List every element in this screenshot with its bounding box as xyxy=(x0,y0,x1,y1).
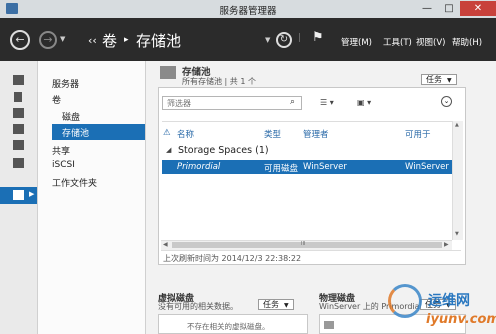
watermark-title: 运维网 xyxy=(428,293,470,309)
maximize-button[interactable]: □ xyxy=(438,1,460,16)
virtual-disks-tile: 不存在相关的虚拟磁盘。 xyxy=(158,314,308,334)
filter-placeholder: 筛选器 xyxy=(167,99,191,108)
breadcrumb-arrow: ▸ xyxy=(124,35,129,45)
horizontal-scrollbar[interactable]: ◀ III ▶ xyxy=(161,240,452,250)
watermark-logo-icon xyxy=(388,284,422,318)
scroll-up-icon[interactable]: ▲ xyxy=(455,122,459,128)
row-type: 可用磁盘 xyxy=(264,164,299,174)
filter-input[interactable]: 筛选器 ⌕ xyxy=(162,96,302,110)
nav-panel: 服务器 卷 磁盘 存储池 共享 iSCSI 工作文件夹 xyxy=(38,61,146,334)
scroll-left-icon[interactable]: ◀ xyxy=(163,241,168,248)
virtual-disks-subtitle: 没有可用的相关数据。 xyxy=(158,302,238,311)
menu-help[interactable]: 帮助(H) xyxy=(452,36,482,48)
group-collapse-icon[interactable]: ◢ xyxy=(166,146,171,154)
search-icon[interactable]: ⌕ xyxy=(290,97,295,107)
column-available-to[interactable]: 可用于 xyxy=(405,128,431,140)
disk-icon xyxy=(324,321,334,329)
storage-icon[interactable] xyxy=(13,158,24,168)
last-refresh-status: 上次刷新时间为 2014/12/3 22:38:22 xyxy=(163,254,302,263)
watermark-url: iyunv.com xyxy=(426,312,496,327)
back-icon[interactable]: ← xyxy=(10,30,30,50)
virtual-disks-empty-text: 不存在相关的虚拟磁盘。 xyxy=(187,322,270,331)
scroll-grip: III xyxy=(301,241,306,247)
scroll-thumb[interactable] xyxy=(172,242,442,248)
group-label[interactable]: Storage Spaces (1) xyxy=(178,145,269,156)
all-servers-icon[interactable] xyxy=(13,108,24,118)
refresh-icon[interactable]: ↻ xyxy=(276,32,292,48)
scroll-down-icon[interactable]: ▼ xyxy=(455,231,459,237)
breadcrumb-separator: ‹‹ xyxy=(88,34,97,47)
column-name[interactable]: 名称 xyxy=(177,128,194,140)
nav-item-storage-pools[interactable]: 存储池 xyxy=(62,126,89,139)
nav-item-work-folders[interactable]: 工作文件夹 xyxy=(52,176,97,189)
save-query-icon[interactable]: ▣ ▾ xyxy=(357,98,371,107)
forward-icon[interactable]: → xyxy=(39,31,57,49)
row-managed-by: WinServer xyxy=(303,162,347,172)
breadcrumb-volumes[interactable]: 卷 xyxy=(102,30,117,51)
nav-item-disks[interactable]: 磁盘 xyxy=(62,110,80,123)
separator-line: | xyxy=(298,33,302,43)
header-bar: ← → ▼ ‹‹ 卷 ▸ 存储池 ▼ ↻ | ⚑ 管理(M) 工具(T) 视图(… xyxy=(0,18,496,61)
close-button[interactable]: ✕ xyxy=(460,1,496,16)
file-services-icon[interactable] xyxy=(13,124,24,134)
warning-column-icon: ⚠ xyxy=(163,128,171,138)
header-divider xyxy=(162,121,452,122)
pools-subtitle: 所有存储池 | 共 1 个 xyxy=(182,77,256,86)
breadcrumb-storage-pools: 存储池 xyxy=(136,32,182,50)
iis-icon[interactable] xyxy=(13,140,24,150)
expand-arrow-icon: ▶ xyxy=(29,190,35,198)
nav-item-iscsi[interactable]: iSCSI xyxy=(52,160,75,170)
storage-pool-icon xyxy=(160,66,176,79)
refresh-dropdown-icon[interactable]: ▼ xyxy=(265,36,270,44)
group-by-icon[interactable]: ☰ ▾ xyxy=(320,98,334,107)
notifications-flag-icon[interactable]: ⚑ xyxy=(312,30,324,45)
nav-item-shares[interactable]: 共享 xyxy=(52,144,70,157)
pools-tasks-button[interactable]: 任务 xyxy=(421,74,457,85)
pools-tile xyxy=(158,87,466,265)
virtual-disks-tasks-button[interactable]: 任务 xyxy=(258,299,294,310)
row-available-to: WinServer xyxy=(405,162,449,172)
menu-tools[interactable]: 工具(T) xyxy=(383,36,412,48)
history-dropdown-icon[interactable]: ▼ xyxy=(60,35,65,43)
nav-item-servers[interactable]: 服务器 xyxy=(52,77,79,90)
menu-view[interactable]: 视图(V) xyxy=(416,36,445,48)
scroll-right-icon[interactable]: ▶ xyxy=(444,241,449,248)
nav-item-volumes[interactable]: 卷 xyxy=(52,93,61,106)
column-managed-by[interactable]: 管理者 xyxy=(303,128,329,140)
title-bar: 服务器管理器 — □ ✕ xyxy=(0,0,496,18)
local-server-icon[interactable] xyxy=(14,92,22,102)
collapse-icon[interactable]: ⌄ xyxy=(441,96,452,107)
menu-manage[interactable]: 管理(M) xyxy=(341,36,372,48)
status-divider xyxy=(161,250,461,251)
virtual-disks-tasks-label: 任务 xyxy=(263,300,279,309)
dashboard-icon[interactable] xyxy=(13,75,24,85)
column-type[interactable]: 类型 xyxy=(264,128,281,140)
row-name: Primordial xyxy=(177,162,221,172)
pools-tasks-label: 任务 xyxy=(426,75,442,84)
vertical-scrollbar[interactable]: ▲ ▼ xyxy=(452,121,463,240)
minimize-button[interactable]: — xyxy=(416,1,438,16)
file-storage-icon[interactable] xyxy=(13,190,24,200)
